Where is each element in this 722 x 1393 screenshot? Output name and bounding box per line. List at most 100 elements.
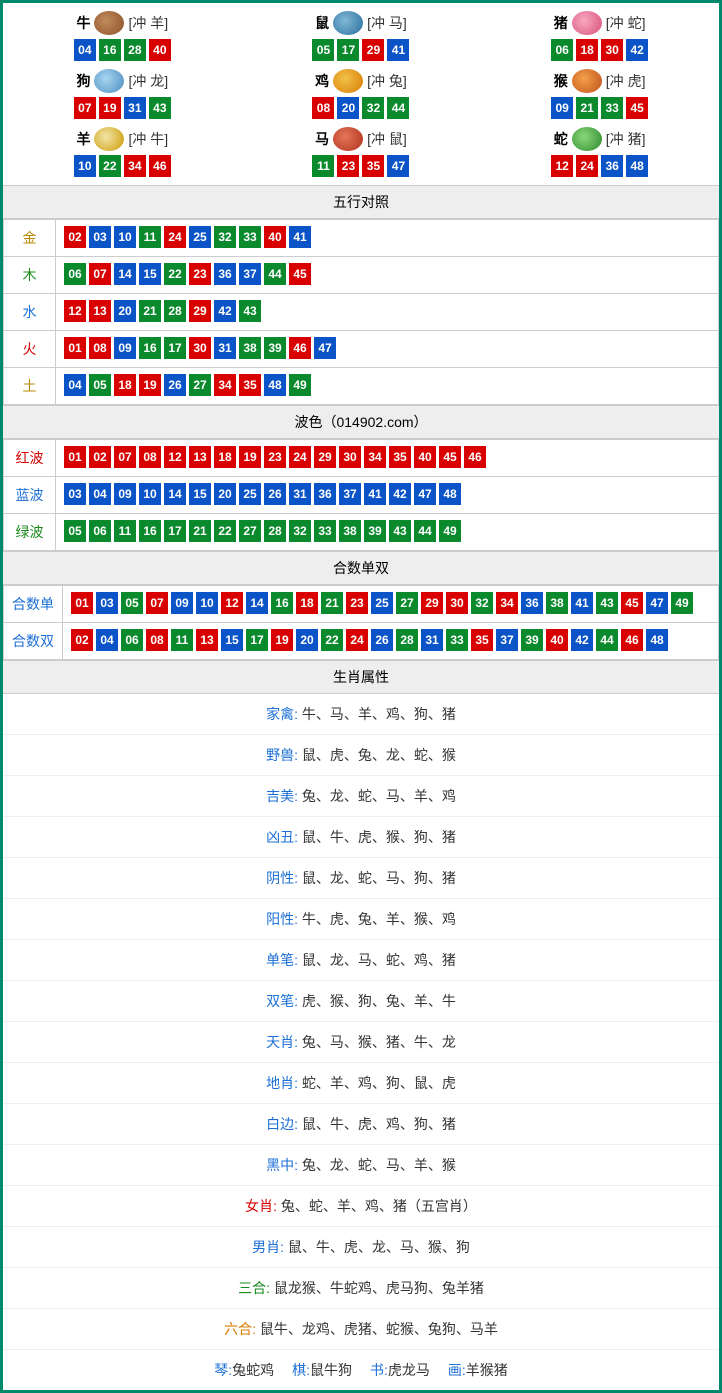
number-chip: 43 xyxy=(596,592,618,614)
zodiac-cell: 马[冲 鼠]11233547 xyxy=(242,123,481,181)
number-chip: 37 xyxy=(239,263,261,285)
table-row: 绿波05061116172122272832333839434449 xyxy=(4,514,719,551)
bose-header: 波色（014902.com） xyxy=(3,405,719,439)
number-chip: 08 xyxy=(146,629,168,651)
number-chip: 29 xyxy=(189,300,211,322)
attr-value: 兔、龙、蛇、马、羊、鸡 xyxy=(302,788,456,804)
number-chip: 09 xyxy=(114,337,136,359)
number-chip: 32 xyxy=(362,97,384,119)
number-chip: 16 xyxy=(99,39,121,61)
number-chip: 21 xyxy=(576,97,598,119)
number-chip: 35 xyxy=(362,155,384,177)
number-chip: 28 xyxy=(124,39,146,61)
attr-row: 凶丑: 鼠、牛、虎、猴、狗、猪 xyxy=(3,817,719,858)
number-chip: 06 xyxy=(89,520,111,542)
attr-value: 蛇、羊、鸡、狗、鼠、虎 xyxy=(302,1075,456,1091)
row-label: 蓝波 xyxy=(4,477,56,514)
attr-row: 阴性: 鼠、龙、蛇、马、狗、猪 xyxy=(3,858,719,899)
number-chip: 05 xyxy=(64,520,86,542)
attr-label: 黑中: xyxy=(266,1157,302,1173)
row-numbers: 05061116172122272832333839434449 xyxy=(56,514,719,551)
number-chip: 05 xyxy=(312,39,334,61)
table-row: 合数单0103050709101214161821232527293032343… xyxy=(4,586,719,623)
qin-qi-pair: 琴:兔蛇鸡 xyxy=(214,1360,274,1380)
zodiac-icon xyxy=(333,69,363,93)
zodiac-name: 羊 xyxy=(76,129,90,149)
number-chip: 10 xyxy=(139,483,161,505)
number-chip: 40 xyxy=(264,226,286,248)
number-chip: 14 xyxy=(164,483,186,505)
number-chip: 42 xyxy=(626,39,648,61)
number-chip: 23 xyxy=(346,592,368,614)
number-chip: 17 xyxy=(164,520,186,542)
attr-label: 双笔: xyxy=(266,993,302,1009)
number-chip: 17 xyxy=(164,337,186,359)
number-chip: 01 xyxy=(71,592,93,614)
number-chip: 08 xyxy=(89,337,111,359)
number-chip: 41 xyxy=(571,592,593,614)
table-row: 水1213202128294243 xyxy=(4,294,719,331)
attr-row: 六合: 鼠牛、龙鸡、虎猪、蛇猴、兔狗、马羊 xyxy=(3,1309,719,1350)
number-chip: 11 xyxy=(139,226,161,248)
number-chip: 14 xyxy=(246,592,268,614)
zodiac-name: 牛 xyxy=(76,13,90,33)
number-chip: 15 xyxy=(189,483,211,505)
attr-value: 鼠、龙、蛇、马、狗、猪 xyxy=(302,870,456,886)
number-chip: 30 xyxy=(601,39,623,61)
attr-row: 白边: 鼠、牛、虎、鸡、狗、猪 xyxy=(3,1104,719,1145)
number-chip: 27 xyxy=(189,374,211,396)
zodiac-chong: [冲 牛] xyxy=(128,129,168,149)
row-label: 合数单 xyxy=(4,586,63,623)
number-chip: 25 xyxy=(371,592,393,614)
number-chip: 22 xyxy=(214,520,236,542)
zodiac-nums: 10223446 xyxy=(3,155,242,177)
zodiac-nums: 11233547 xyxy=(242,155,481,177)
zodiac-icon xyxy=(572,127,602,151)
attr-label: 六合: xyxy=(224,1321,260,1337)
number-chip: 34 xyxy=(364,446,386,468)
number-chip: 10 xyxy=(114,226,136,248)
attr-value: 兔、蛇、羊、鸡、猪（五宫肖） xyxy=(281,1198,477,1214)
number-chip: 40 xyxy=(414,446,436,468)
pair-key: 棋: xyxy=(292,1362,310,1378)
zodiac-cell: 狗[冲 龙]07193143 xyxy=(3,65,242,123)
zodiac-name: 猪 xyxy=(554,13,568,33)
row-label: 水 xyxy=(4,294,56,331)
zodiac-cell: 羊 [冲 牛] 10223446 xyxy=(3,123,242,181)
number-chip: 04 xyxy=(96,629,118,651)
attr-value: 鼠、牛、虎、龙、马、猴、狗 xyxy=(288,1239,470,1255)
attr-row: 吉美: 兔、龙、蛇、马、羊、鸡 xyxy=(3,776,719,817)
attr-value: 鼠牛、龙鸡、虎猪、蛇猴、兔狗、马羊 xyxy=(260,1321,498,1337)
zodiac-nums: 09213345 xyxy=(480,97,719,119)
number-chip: 19 xyxy=(139,374,161,396)
qin-qi-pair: 棋:鼠牛狗 xyxy=(292,1360,352,1380)
table-row: 火0108091617303138394647 xyxy=(4,331,719,368)
number-chip: 43 xyxy=(389,520,411,542)
attr-label: 白边: xyxy=(266,1116,302,1132)
table-row: 红波0102070812131819232429303435404546 xyxy=(4,440,719,477)
number-chip: 23 xyxy=(264,446,286,468)
zodiac-icon xyxy=(572,11,602,35)
number-chip: 39 xyxy=(521,629,543,651)
pair-value: 虎龙马 xyxy=(388,1362,430,1378)
zodiac-chong: [冲 猪] xyxy=(606,129,646,149)
number-chip: 13 xyxy=(89,300,111,322)
zodiac-cell: 鸡[冲 兔]08203244 xyxy=(242,65,481,123)
number-chip: 24 xyxy=(576,155,598,177)
zodiac-chong: [冲 马] xyxy=(367,13,407,33)
attr-row: 三合: 鼠龙猴、牛蛇鸡、虎马狗、兔羊猪 xyxy=(3,1268,719,1309)
wuxing-header: 五行对照 xyxy=(3,185,719,219)
number-chip: 45 xyxy=(621,592,643,614)
number-chip: 14 xyxy=(114,263,136,285)
number-chip: 18 xyxy=(576,39,598,61)
number-chip: 33 xyxy=(601,97,623,119)
number-chip: 36 xyxy=(601,155,623,177)
number-chip: 24 xyxy=(346,629,368,651)
number-chip: 43 xyxy=(149,97,171,119)
row-numbers: 0108091617303138394647 xyxy=(56,331,719,368)
number-chip: 45 xyxy=(439,446,461,468)
number-chip: 12 xyxy=(221,592,243,614)
number-chip: 28 xyxy=(264,520,286,542)
zodiac-chong: [冲 羊] xyxy=(128,13,168,33)
number-chip: 38 xyxy=(239,337,261,359)
